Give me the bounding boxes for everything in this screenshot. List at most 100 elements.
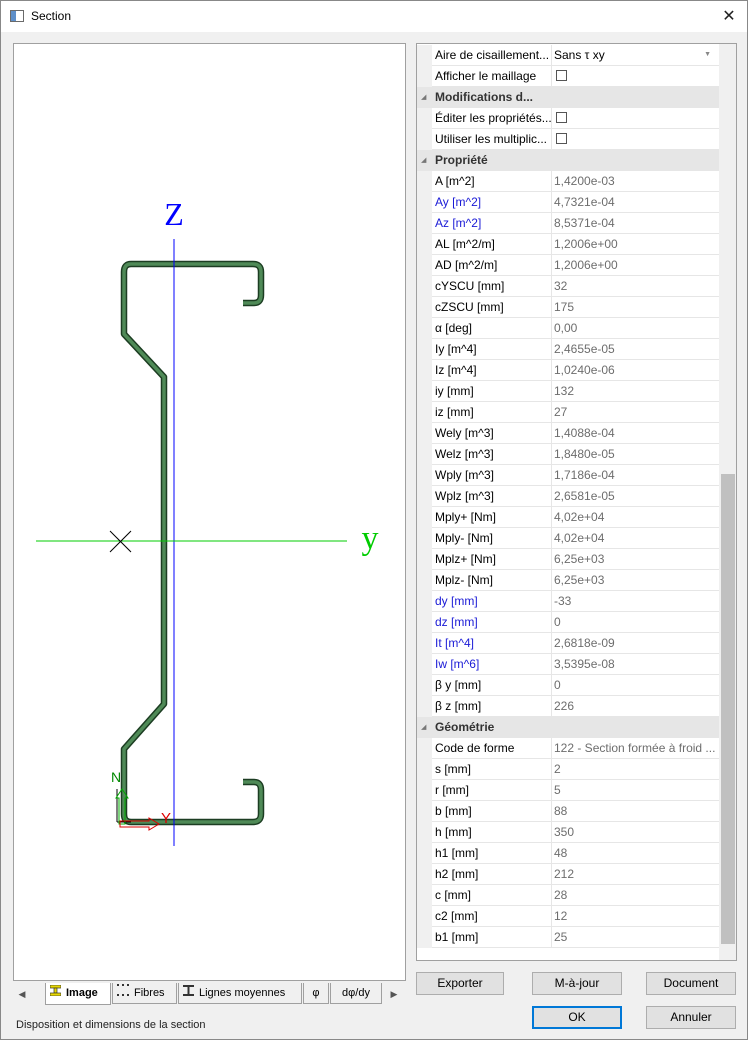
tab-scroll-right-icon[interactable]: ▶: [385, 983, 403, 1005]
property-value[interactable]: 3,5395e-08: [552, 654, 719, 675]
category-modifications-d[interactable]: ◢ Modifications d...: [417, 87, 719, 108]
property-row-iw-m-6[interactable]: Iw [m^6] 3,5395e-08: [417, 654, 719, 675]
property-value[interactable]: 28: [552, 885, 719, 906]
property-row-cyscu-mm[interactable]: cYSCU [mm] 32: [417, 276, 719, 297]
property-value[interactable]: 2,6818e-09: [552, 633, 719, 654]
ok-button[interactable]: OK: [532, 1006, 622, 1029]
property-value[interactable]: 226: [552, 696, 719, 717]
scrollbar-thumb[interactable]: [721, 474, 735, 944]
property-row-dz-mm[interactable]: dz [mm] 0: [417, 612, 719, 633]
property-row-code-de-forme[interactable]: Code de forme 122 - Section formée à froi…: [417, 738, 719, 759]
property-row-wely-m-3[interactable]: Wely [m^3] 1,4088e-04: [417, 423, 719, 444]
tab-scroll-left-icon[interactable]: ◀: [13, 983, 31, 1005]
export-button[interactable]: Exporter: [416, 972, 504, 995]
property-row-a-m-2[interactable]: A [m^2] 1,4200e-03: [417, 171, 719, 192]
property-row-b-mm[interactable]: b [mm] 88: [417, 801, 719, 822]
property-row-b1-mm[interactable]: b1 [mm] 25: [417, 927, 719, 948]
collapse-triangle-icon[interactable]: ◢: [421, 723, 426, 731]
property-value[interactable]: 6,25e+03: [552, 570, 719, 591]
close-button[interactable]: ✕: [711, 1, 747, 32]
property-row-aire-de-cisaillement[interactable]: Aire de cisaillement... Sans τ xy ▼: [417, 45, 719, 66]
property-value[interactable]: [552, 129, 719, 150]
property-row-diter-les-propri-t-s[interactable]: Éditer les propriétés...: [417, 108, 719, 129]
chevron-down-icon[interactable]: ▼: [704, 45, 711, 65]
property-row-deg[interactable]: α [deg] 0,00: [417, 318, 719, 339]
property-value[interactable]: 27: [552, 402, 719, 423]
property-value[interactable]: 122 - Section formée à froid ...: [552, 738, 719, 759]
checkbox[interactable]: [556, 133, 567, 145]
checkbox[interactable]: [556, 70, 567, 82]
property-value[interactable]: 88: [552, 801, 719, 822]
property-value[interactable]: 0,00: [552, 318, 719, 339]
property-row-h1-mm[interactable]: h1 [mm] 48: [417, 843, 719, 864]
property-value[interactable]: 5: [552, 780, 719, 801]
property-row-mply-nm[interactable]: Mply- [Nm] 4,02e+04: [417, 528, 719, 549]
tab-image[interactable]: Image: [45, 983, 111, 1005]
property-row-welz-m-3[interactable]: Welz [m^3] 1,8480e-05: [417, 444, 719, 465]
property-row-afficher-le-maillage[interactable]: Afficher le maillage: [417, 66, 719, 87]
property-row-y-mm[interactable]: β y [mm] 0: [417, 675, 719, 696]
category-propri-t[interactable]: ◢ Propriété: [417, 150, 719, 171]
property-row-it-m-4[interactable]: It [m^4] 2,6818e-09: [417, 633, 719, 654]
property-value-dropdown[interactable]: Sans τ xy ▼: [552, 45, 719, 66]
property-row-al-m-2-m[interactable]: AL [m^2/m] 1,2006e+00: [417, 234, 719, 255]
category-g-om-trie[interactable]: ◢ Géométrie: [417, 717, 719, 738]
property-row-utiliser-les-multiplic[interactable]: Utiliser les multiplic...: [417, 129, 719, 150]
property-row-c-mm[interactable]: c [mm] 28: [417, 885, 719, 906]
property-value[interactable]: 4,7321e-04: [552, 192, 719, 213]
property-value[interactable]: 2,6581e-05: [552, 486, 719, 507]
property-row-iz-mm[interactable]: iz [mm] 27: [417, 402, 719, 423]
property-value[interactable]: 4,02e+04: [552, 507, 719, 528]
property-row-iy-mm[interactable]: iy [mm] 132: [417, 381, 719, 402]
property-value[interactable]: 12: [552, 906, 719, 927]
property-value[interactable]: 1,2006e+00: [552, 234, 719, 255]
property-row-c2-mm[interactable]: c2 [mm] 12: [417, 906, 719, 927]
property-row-iy-m-4[interactable]: Iy [m^4] 2,4655e-05: [417, 339, 719, 360]
tab-fibres[interactable]: Fibres: [112, 983, 177, 1004]
property-value[interactable]: 132: [552, 381, 719, 402]
property-value[interactable]: 1,0240e-06: [552, 360, 719, 381]
property-row-h-mm[interactable]: h [mm] 350: [417, 822, 719, 843]
property-row-ay-m-2[interactable]: Ay [m^2] 4,7321e-04: [417, 192, 719, 213]
property-value[interactable]: 1,4200e-03: [552, 171, 719, 192]
property-row-ad-m-2-m[interactable]: AD [m^2/m] 1,2006e+00: [417, 255, 719, 276]
tab-dphi-dy[interactable]: dφ/dy: [330, 983, 382, 1004]
property-row-dy-mm[interactable]: dy [mm] -33: [417, 591, 719, 612]
property-value[interactable]: 1,7186e-04: [552, 465, 719, 486]
collapse-triangle-icon[interactable]: ◢: [421, 93, 426, 101]
update-button[interactable]: M-à-jour: [532, 972, 622, 995]
property-row-mplz-nm[interactable]: Mplz- [Nm] 6,25e+03: [417, 570, 719, 591]
property-value[interactable]: 25: [552, 927, 719, 948]
property-value[interactable]: 4,02e+04: [552, 528, 719, 549]
property-row-r-mm[interactable]: r [mm] 5: [417, 780, 719, 801]
property-row-wplz-m-3[interactable]: Wplz [m^3] 2,6581e-05: [417, 486, 719, 507]
property-value[interactable]: 350: [552, 822, 719, 843]
property-row-mply-nm[interactable]: Mply+ [Nm] 4,02e+04: [417, 507, 719, 528]
property-row-czscu-mm[interactable]: cZSCU [mm] 175: [417, 297, 719, 318]
property-row-h2-mm[interactable]: h2 [mm] 212: [417, 864, 719, 885]
property-value[interactable]: 8,5371e-04: [552, 213, 719, 234]
property-value[interactable]: [552, 66, 719, 87]
property-row-z-mm[interactable]: β z [mm] 226: [417, 696, 719, 717]
property-row-az-m-2[interactable]: Az [m^2] 8,5371e-04: [417, 213, 719, 234]
property-row-mplz-nm[interactable]: Mplz+ [Nm] 6,25e+03: [417, 549, 719, 570]
document-button[interactable]: Document: [646, 972, 736, 995]
property-value[interactable]: 1,8480e-05: [552, 444, 719, 465]
tab-phi[interactable]: φ: [303, 983, 329, 1004]
property-value[interactable]: 0: [552, 675, 719, 696]
tab-lignes-moyennes[interactable]: Lignes moyennes: [178, 983, 302, 1004]
property-value[interactable]: 1,4088e-04: [552, 423, 719, 444]
property-value[interactable]: 0: [552, 612, 719, 633]
property-value[interactable]: 175: [552, 297, 719, 318]
section-drawing-canvas[interactable]: Z y N Y: [13, 43, 406, 981]
property-value[interactable]: 2,4655e-05: [552, 339, 719, 360]
property-row-wply-m-3[interactable]: Wply [m^3] 1,7186e-04: [417, 465, 719, 486]
property-scrollbar[interactable]: [719, 44, 736, 960]
cancel-button[interactable]: Annuler: [646, 1006, 736, 1029]
checkbox[interactable]: [556, 112, 567, 124]
property-value[interactable]: [552, 108, 719, 129]
property-value[interactable]: 48: [552, 843, 719, 864]
property-value[interactable]: -33: [552, 591, 719, 612]
property-value[interactable]: 1,2006e+00: [552, 255, 719, 276]
collapse-triangle-icon[interactable]: ◢: [421, 156, 426, 164]
